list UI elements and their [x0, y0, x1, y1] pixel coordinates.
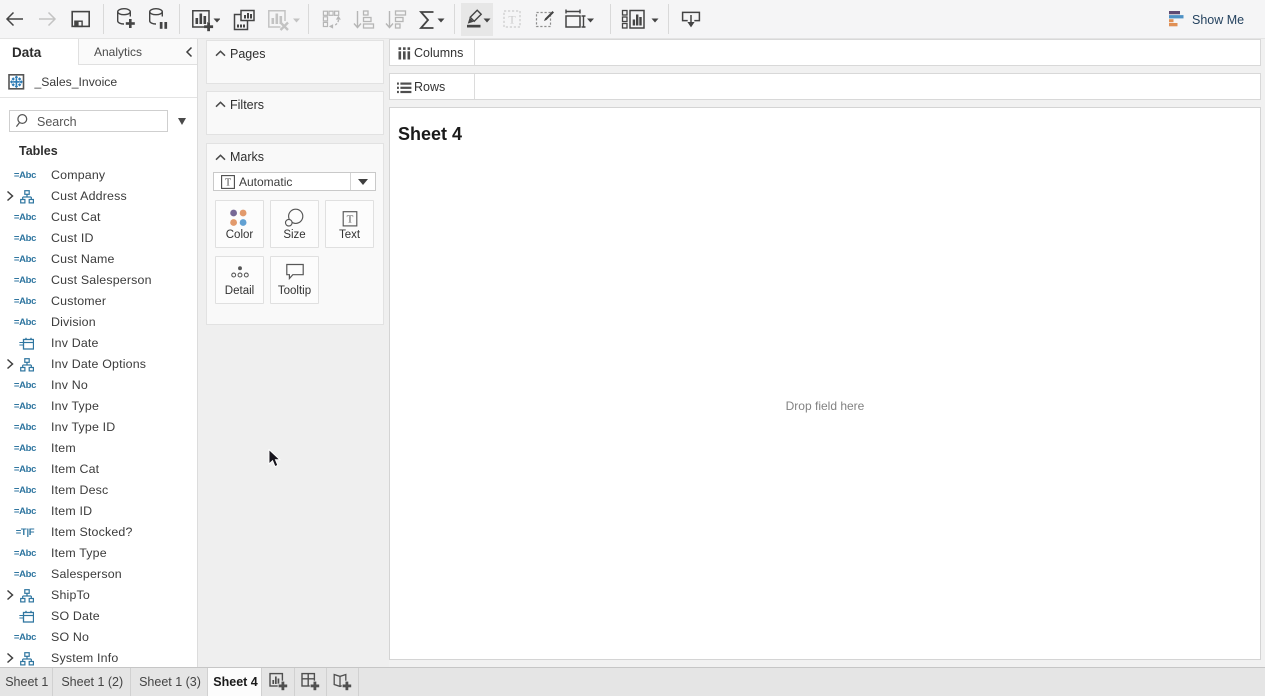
svg-text:T: T [346, 214, 353, 226]
svg-text:T: T [225, 178, 231, 189]
svg-text:T: T [508, 13, 516, 27]
